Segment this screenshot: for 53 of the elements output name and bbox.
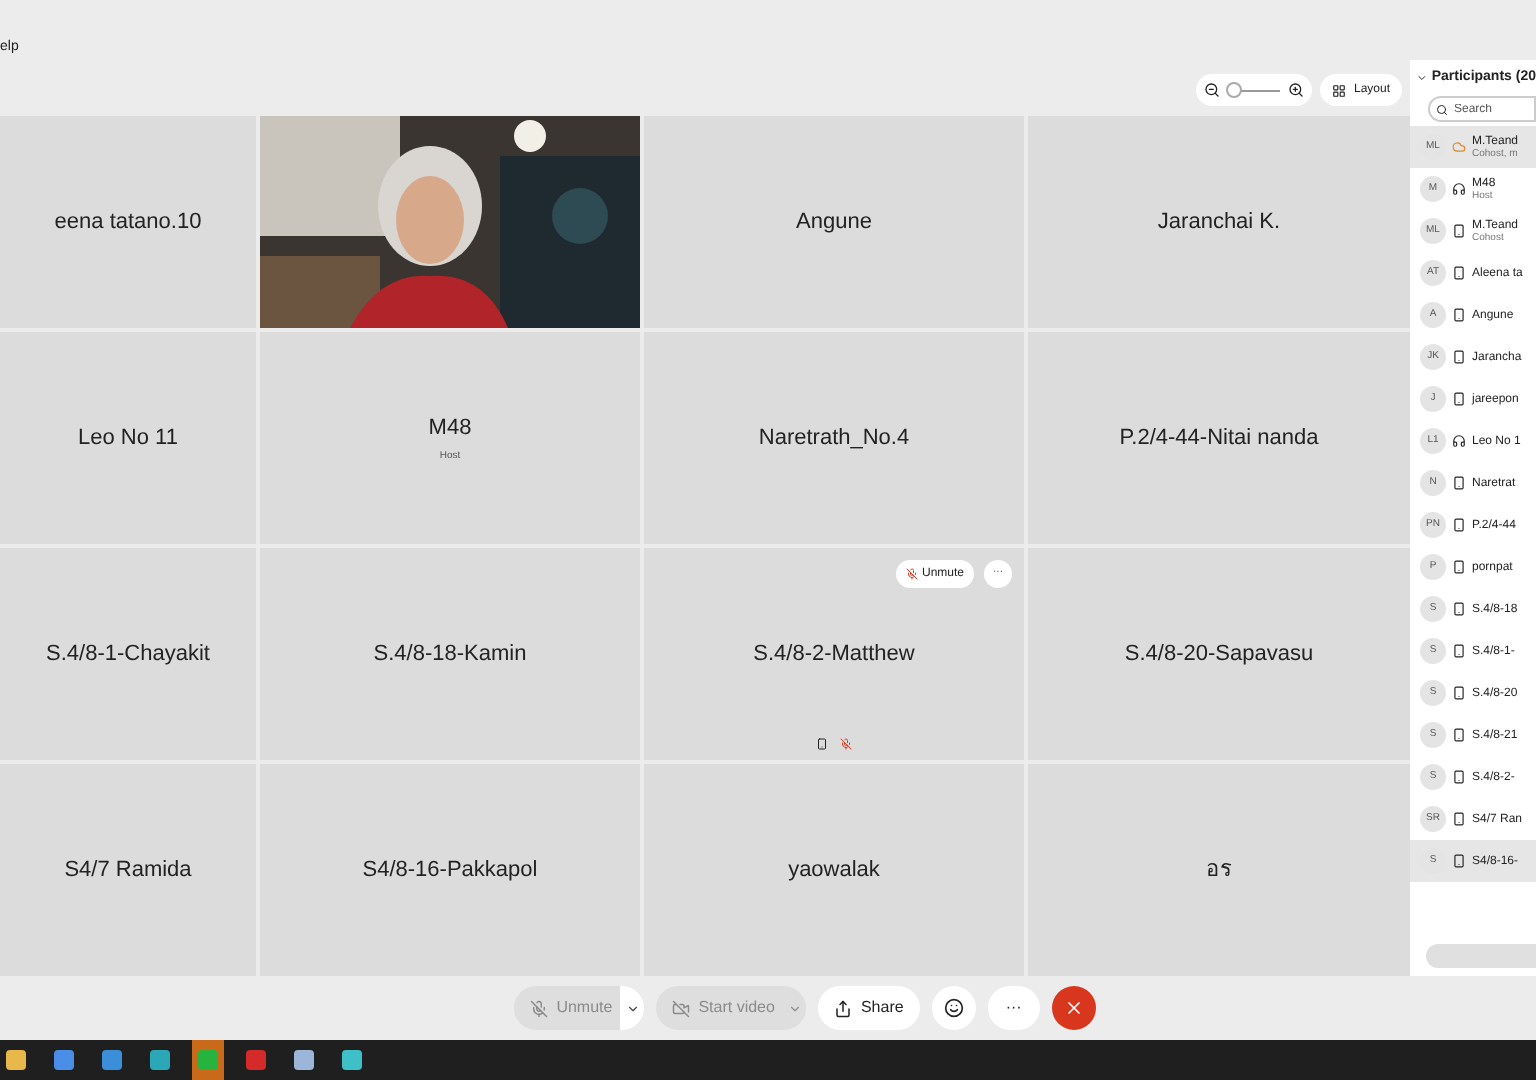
zoom-in-icon[interactable] xyxy=(1287,82,1304,98)
zoom-slider[interactable] xyxy=(1227,82,1280,98)
phone-icon xyxy=(1452,728,1466,742)
participant-name: Jaranchai K. xyxy=(1157,207,1281,238)
phone-icon xyxy=(1452,812,1466,826)
participant-name: Angune xyxy=(796,207,872,238)
participant-name: yaowalak xyxy=(788,855,880,886)
participant-name: P.2/4-44-Nitai nanda xyxy=(1119,423,1319,454)
headset-icon xyxy=(1452,182,1466,196)
zoom-out-icon[interactable] xyxy=(1203,82,1220,98)
search-icon xyxy=(1436,103,1448,115)
reactions-button[interactable] xyxy=(931,986,976,1030)
chevron-icon xyxy=(787,1001,802,1015)
smiley-icon xyxy=(943,998,964,1018)
participant-name: eena tatano.10 xyxy=(54,207,202,238)
phone-icon xyxy=(1452,476,1466,490)
headset-icon xyxy=(1452,434,1466,448)
video-off-icon xyxy=(672,999,691,1017)
phone-icon xyxy=(1452,518,1466,532)
chevron-icon xyxy=(625,1001,640,1015)
phone-icon xyxy=(1452,854,1466,868)
mic-off-icon xyxy=(530,999,549,1017)
participant-name: Naretrath_No.4 xyxy=(758,423,910,454)
participant-name: S.4/8-18-Kamin xyxy=(373,639,527,670)
participant-name: S4/8-16-Pakkapol xyxy=(362,855,538,886)
participant-name: Leo No 11 xyxy=(78,423,178,454)
participant-name: อร xyxy=(1206,855,1232,886)
phone-icon xyxy=(1452,308,1466,322)
participant-name: S.4/8-1-Chayakit xyxy=(46,639,210,670)
phone-icon xyxy=(1452,224,1466,238)
cloud-icon xyxy=(1452,140,1466,154)
leave-button[interactable] xyxy=(1051,986,1096,1030)
collapse-icon[interactable] xyxy=(1416,72,1428,84)
close-icon xyxy=(1063,998,1084,1018)
participant-name: M48 xyxy=(428,414,472,444)
participant-name: S.4/8-2-Matthew xyxy=(753,639,915,670)
phone-icon xyxy=(1452,686,1466,700)
mic-off-icon xyxy=(905,568,918,580)
phone-icon xyxy=(1452,644,1466,658)
share-icon xyxy=(834,999,853,1017)
phone-icon xyxy=(1452,560,1466,574)
phone-icon xyxy=(1452,602,1466,616)
more-button[interactable]: ··· xyxy=(987,986,1040,1030)
slider-thumb[interactable] xyxy=(1225,82,1242,98)
phone-icon xyxy=(1452,770,1466,784)
share-button[interactable]: Share xyxy=(818,986,920,1030)
phone-icon xyxy=(1452,350,1466,364)
phone-icon xyxy=(816,738,828,750)
phone-icon xyxy=(1452,392,1466,406)
participant-name: S.4/8-20-Sapavasu xyxy=(1124,639,1314,670)
participant-name: S4/7 Ramida xyxy=(64,855,192,886)
grid-icon xyxy=(1331,83,1346,97)
phone-icon xyxy=(1452,266,1466,280)
